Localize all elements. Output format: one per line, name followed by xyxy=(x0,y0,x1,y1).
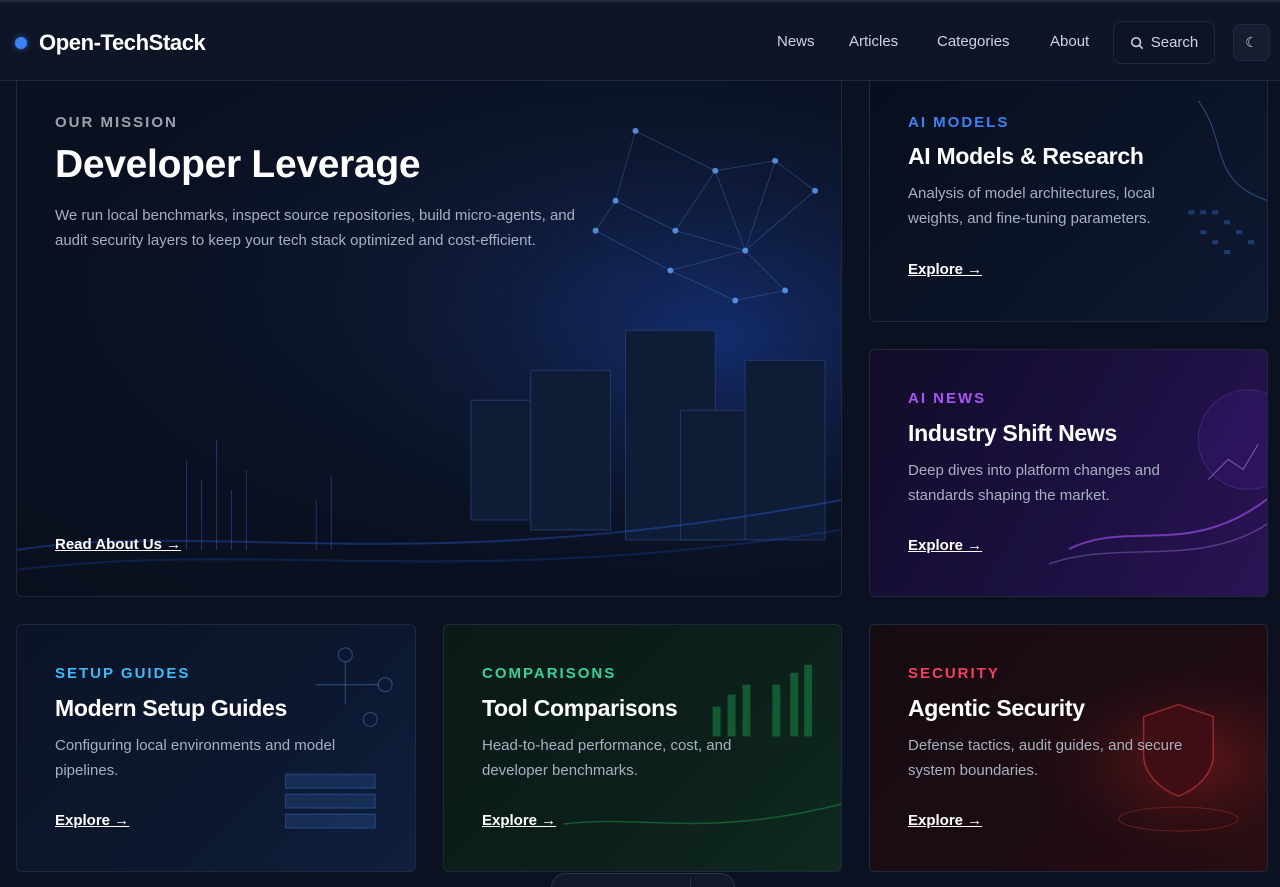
setup-explore-link[interactable]: Explore → xyxy=(55,812,129,829)
read-about-us-link[interactable]: Read About Us → xyxy=(55,536,181,553)
setup-title: Modern Setup Guides xyxy=(55,695,287,721)
setup-eyebrow: SETUP GUIDES xyxy=(55,665,191,682)
toolbar-divider xyxy=(690,878,691,887)
search-icon xyxy=(1130,36,1143,49)
ai-news-title: Industry Shift News xyxy=(908,420,1117,446)
hero-title: Developer Leverage xyxy=(55,143,421,186)
ai-models-title: AI Models & Research xyxy=(908,143,1144,169)
security-description: Defense tactics, audit guides, and secur… xyxy=(908,737,1183,779)
security-explore-link[interactable]: Explore → xyxy=(908,812,982,829)
hero-eyebrow: OUR MISSION xyxy=(55,114,178,131)
comparisons-card[interactable]: COMPARISONS Tool Comparisons Head-to-hea… xyxy=(443,624,842,872)
security-card[interactable]: SECURITY Agentic Security Defense tactic… xyxy=(869,624,1268,872)
floating-toolbar[interactable] xyxy=(551,873,735,887)
brand-logo[interactable]: Open-TechStack xyxy=(15,30,206,56)
nav-categories[interactable]: Categories xyxy=(937,33,1010,50)
ai-models-eyebrow: AI MODELS xyxy=(908,114,1010,131)
site-header: Open-TechStack News Articles Categories … xyxy=(0,0,1280,81)
security-eyebrow: SECURITY xyxy=(908,665,1000,682)
theme-toggle-button[interactable]: ☾ xyxy=(1233,24,1270,61)
comparisons-title: Tool Comparisons xyxy=(482,695,678,721)
mission-card: OUR MISSION Developer Leverage We run lo… xyxy=(16,81,842,597)
hero-description: We run local benchmarks, inspect source … xyxy=(55,207,575,249)
security-title: Agentic Security xyxy=(908,695,1085,721)
brand-dot-icon xyxy=(15,37,27,49)
search-label: Search xyxy=(1150,34,1199,51)
ai-news-explore-link[interactable]: Explore → xyxy=(908,537,982,554)
ai-news-description: Deep dives into platform changes and sta… xyxy=(908,462,1160,504)
ai-models-explore-link[interactable]: Explore → xyxy=(908,261,982,278)
nav-about[interactable]: About xyxy=(1050,33,1089,50)
moon-icon: ☾ xyxy=(1245,34,1258,50)
comparisons-explore-link[interactable]: Explore → xyxy=(482,812,556,829)
ai-news-card[interactable]: AI NEWS Industry Shift News Deep dives i… xyxy=(869,349,1268,597)
nav-articles[interactable]: Articles xyxy=(849,33,898,50)
ai-news-eyebrow: AI NEWS xyxy=(908,390,987,407)
setup-guides-card[interactable]: SETUP GUIDES Modern Setup Guides Configu… xyxy=(16,624,416,872)
ai-models-description: Analysis of model architectures, local w… xyxy=(908,185,1155,227)
search-button[interactable]: Search xyxy=(1113,21,1215,64)
comparisons-description: Head-to-head performance, cost, and deve… xyxy=(482,737,732,779)
ai-models-card[interactable]: AI MODELS AI Models & Research Analysis … xyxy=(869,81,1268,322)
setup-description: Configuring local environments and model… xyxy=(55,737,336,779)
comparisons-eyebrow: COMPARISONS xyxy=(482,665,617,682)
nav-news[interactable]: News xyxy=(777,33,815,50)
brand-name: Open-TechStack xyxy=(39,30,206,55)
